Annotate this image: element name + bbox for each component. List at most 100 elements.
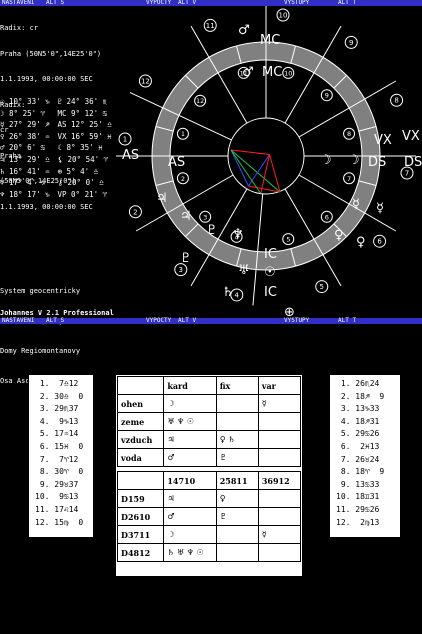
table-cell: D3711: [116, 525, 165, 544]
house-cusp-row: 7. 7♈12: [35, 454, 79, 464]
aspect-line: [269, 154, 281, 193]
chart-glyph-label: ♄: [222, 285, 234, 300]
radix-line: 1.1.1993, 00:00:00 SEC: [0, 202, 93, 211]
menu-nastaveni[interactable]: NASTAVENI: [2, 0, 35, 6]
chart-glyph-label: ☽: [320, 153, 332, 168]
table-cell: [257, 448, 302, 467]
aspect-line: [230, 149, 249, 187]
houses-cusps-left: 1. 7♎12 2. 30♎ 0 3. 29♏37 4. 9♑13 5. 17♒…: [28, 374, 94, 538]
planet-pos: ♀ 26° 38' ♒: [0, 131, 50, 141]
inner-house-number: 1: [181, 130, 185, 138]
chart-glyph-label: ♃: [180, 209, 192, 224]
center-circle: [227, 117, 305, 195]
house-cusp-row: 1. 7♎12: [35, 379, 79, 388]
chart-glyph-label: ♃: [156, 191, 168, 206]
house-number: 12: [141, 78, 150, 86]
house-cusp-line: [252, 193, 264, 306]
table-header: 14710: [163, 471, 217, 490]
menu-vypocty-2[interactable]: VYPOCTY: [146, 318, 171, 324]
house-list: 1. 26♏24 2. 18♐ 9 3. 13♑33 4. 18♐31 5. 2…: [330, 375, 400, 529]
aspect-line: [230, 149, 270, 155]
inner-house-number: 2: [181, 175, 185, 183]
planet-pos: AS 12° 25' ♎: [57, 120, 112, 130]
house-cusp-row: 3. 29♏37: [35, 404, 79, 414]
inner-house-number: 6: [325, 213, 329, 221]
chart-glyph-label: ☿: [352, 197, 360, 212]
house-cusp-row: 8. 18♈ 9: [336, 467, 385, 477]
table-header: var: [257, 376, 302, 395]
chart-glyph-label: IC: [264, 285, 277, 300]
table-cell: [257, 507, 302, 526]
planet-pos: VP 0° 21' ♈: [57, 189, 108, 199]
inner-house-number: 5: [286, 236, 290, 244]
table-cell: ♇: [215, 448, 259, 467]
house-number: 6: [377, 238, 382, 246]
house-cusp-row: 8. 30♈ 0: [35, 467, 84, 477]
planet-pos: ♃ 13° 29' ♎: [0, 154, 50, 164]
chart-glyph-label: IC: [264, 247, 277, 262]
table-cell: D2610: [116, 507, 165, 526]
table-cell: D159: [116, 489, 165, 508]
table-header: [116, 376, 165, 395]
house-cusp-row: 9. 29♉37: [35, 479, 79, 489]
house-cusp-row: 11. 29♋26: [336, 504, 380, 514]
planet-pos: ⚸ 20° 54' ♈: [57, 154, 109, 164]
house-number: 11: [206, 22, 215, 30]
table-cell: ♅ ♆ ☉: [163, 412, 217, 431]
house-number: 1: [123, 136, 127, 144]
aspect-line: [248, 185, 281, 193]
table-cell: ♂: [163, 448, 217, 467]
radix-line: Radix: cr: [0, 24, 38, 32]
house-cusp-row: 5. 29♋26: [336, 429, 380, 439]
menu-alt-s: ALT S: [46, 0, 65, 6]
chart-glyph-label: AS: [122, 148, 139, 163]
menu-alt-v-2: ALT V: [178, 317, 197, 324]
second-menu-bar: NASTAVENI ALT S VYPOCTY ALT V VYSTUPY AL…: [0, 318, 422, 324]
chart-glyph-label: ♅: [238, 263, 250, 278]
setting-houses: Domy Regiomontanovy: [0, 347, 81, 355]
house-number: 7: [405, 169, 409, 177]
house-cusp-row: 6. 2♓13: [336, 441, 380, 451]
inner-house-number: 3: [203, 213, 207, 221]
house-list: 1. 7♎12 2. 30♎ 0 3. 29♏37 4. 9♑13 5. 17♒…: [29, 375, 93, 529]
house-number: 5: [320, 283, 324, 291]
table-cell: ♀: [215, 489, 259, 508]
chart-glyph-label: ♂: [242, 65, 254, 80]
table-cell: ♃: [163, 489, 217, 508]
table-cell: ☽: [163, 394, 217, 413]
table-cell: [257, 412, 302, 431]
planet-pos: ☽ 8° 25' ♈: [0, 108, 46, 118]
planet-pos: ♂ 20° 6' ♋: [0, 143, 46, 153]
planet-pos: MC 9° 12' ♋: [57, 108, 108, 118]
planet-pos: ☾ 8° 35' ♓: [57, 143, 103, 153]
house-number: 3: [179, 266, 183, 274]
houses-cusps-right: 1. 26♏24 2. 18♐ 9 3. 13♑33 4. 18♐31 5. 2…: [329, 374, 401, 538]
chart-glyph-label: ♀: [334, 228, 344, 243]
planet-pos: ♇ 24° 36' ♏: [57, 97, 108, 106]
house-number: 2: [133, 208, 137, 216]
radix-line: Praha (50N5'0",14E25'0"): [0, 49, 102, 58]
table-cell: zeme: [116, 412, 165, 431]
house-cusp-row: 10. 9♋13: [35, 492, 79, 502]
planet-pos: ⚷ 20° 0' ♎: [57, 178, 104, 188]
horoscope-wheel[interactable]: 1234567891011121234 56789101112AS AS DS DSIC…: [110, 6, 422, 318]
planet-pos: ☿ 27° 29' ♐: [0, 120, 50, 130]
table-cell: vzduch: [116, 430, 165, 449]
table-cell: ☽: [163, 525, 217, 544]
house-cusp-row: 5. 17♒14: [35, 429, 79, 439]
menu-alt-s-2: ALT S: [46, 317, 65, 324]
house-cusp-row: 10. 18♊31: [336, 492, 380, 502]
chart-glyph-label: MC: [260, 33, 280, 48]
table-cell: ☿: [257, 525, 302, 544]
house-cusp-row: 2. 18♐ 9: [336, 391, 385, 401]
table-cell: [215, 394, 259, 413]
planet-pos: VX 16° 59' ♓: [57, 131, 112, 141]
house-cusp-row: 11. 17♌14: [35, 504, 79, 514]
menu-nastaveni-2[interactable]: NASTAVENI: [2, 318, 35, 324]
chart-glyph-label: ☿: [376, 201, 384, 216]
table-cell: [215, 543, 259, 562]
menu-vystupy-2[interactable]: VYSTUPY: [284, 318, 309, 324]
wheel-graphics: 1234567891011121234 56789101112AS AS DS DSIC…: [116, 6, 422, 318]
house-cusp-row: 12. 2♍13: [336, 517, 380, 527]
chart-glyph-label: ♆: [232, 227, 244, 242]
